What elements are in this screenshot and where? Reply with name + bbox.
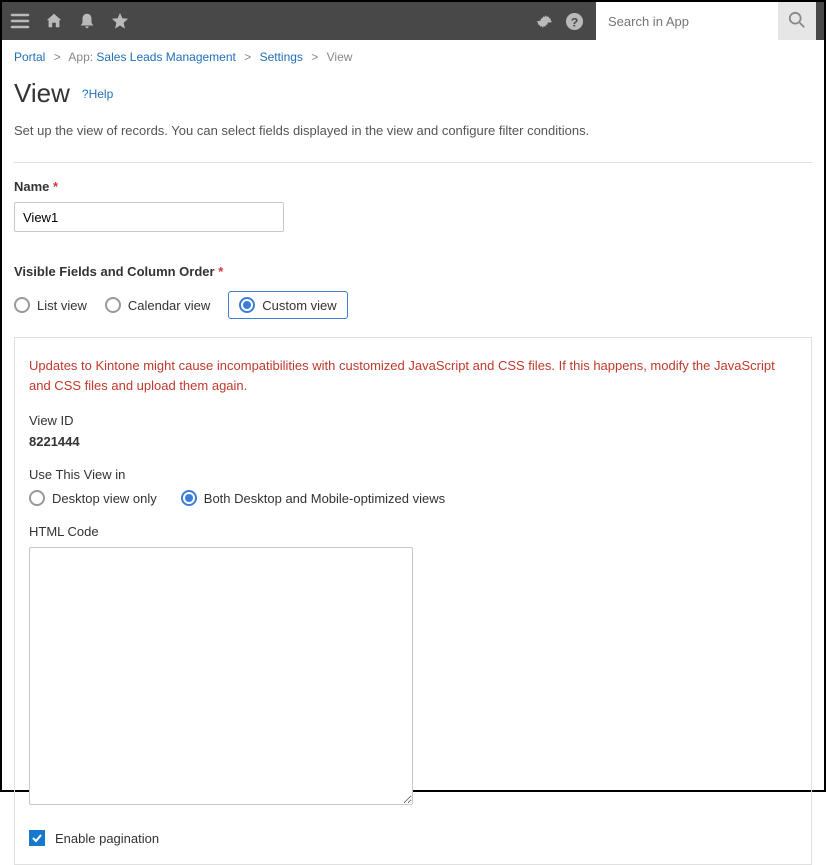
visible-fields-label: Visible Fields and Column Order [14, 264, 215, 279]
name-input[interactable] [14, 202, 284, 232]
name-section: Name * [2, 163, 824, 236]
breadcrumb-app[interactable]: Sales Leads Management [96, 50, 235, 64]
radio-calendar-view[interactable]: Calendar view [105, 297, 210, 313]
radio-desktop-only[interactable]: Desktop view only [29, 490, 157, 506]
visible-fields-section: Visible Fields and Column Order * List v… [2, 236, 824, 323]
html-code-textarea[interactable] [29, 547, 413, 805]
breadcrumb-portal[interactable]: Portal [14, 50, 45, 64]
radio-label: Custom view [262, 298, 336, 313]
help-link[interactable]: ?Help [82, 87, 113, 101]
view-id-label: View ID [29, 413, 797, 428]
help-icon[interactable]: ? [565, 12, 584, 31]
page-title: View [14, 78, 70, 109]
breadcrumb-current: View [327, 50, 353, 64]
search-input[interactable] [596, 2, 778, 40]
home-icon[interactable] [45, 12, 63, 30]
menu-icon[interactable] [10, 11, 30, 31]
html-code-label: HTML Code [29, 524, 797, 539]
radio-list-view[interactable]: List view [14, 297, 87, 313]
radio-label: Both Desktop and Mobile-optimized views [204, 491, 445, 506]
pagination-label: Enable pagination [55, 831, 159, 846]
search-icon [788, 11, 806, 32]
required-indicator: * [53, 179, 58, 194]
radio-both-views[interactable]: Both Desktop and Mobile-optimized views [181, 490, 445, 506]
radio-label: List view [37, 298, 87, 313]
search-button[interactable] [778, 2, 816, 40]
radio-icon [181, 490, 197, 506]
check-icon [31, 832, 43, 844]
chevron-right-icon: > [306, 50, 323, 64]
warning-text: Updates to Kintone might cause incompati… [29, 356, 797, 395]
custom-view-panel: Updates to Kintone might cause incompati… [14, 337, 812, 865]
use-in-label: Use This View in [29, 467, 797, 482]
breadcrumb-settings[interactable]: Settings [260, 50, 303, 64]
chevron-right-icon: > [49, 50, 66, 64]
radio-icon [239, 297, 255, 313]
bell-icon[interactable] [78, 12, 96, 30]
topbar-right: ? [534, 2, 816, 40]
breadcrumb-app-prefix: App: [68, 50, 93, 64]
page-description: Set up the view of records. You can sele… [14, 123, 812, 138]
gear-icon[interactable] [534, 12, 553, 31]
radio-custom-view[interactable]: Custom view [228, 291, 347, 319]
topbar: ? [2, 2, 824, 40]
radio-label: Desktop view only [52, 491, 157, 506]
radio-icon [14, 297, 30, 313]
chevron-right-icon: > [239, 50, 256, 64]
search-box [596, 2, 816, 40]
breadcrumb: Portal > App: Sales Leads Management > S… [2, 40, 824, 72]
view-id-value: 8221444 [29, 434, 797, 449]
pagination-checkbox[interactable] [29, 830, 45, 846]
radio-icon [29, 490, 45, 506]
required-indicator: * [218, 264, 223, 279]
name-label: Name [14, 179, 49, 194]
radio-icon [105, 297, 121, 313]
topbar-left [10, 11, 534, 31]
svg-text:?: ? [571, 15, 579, 29]
star-icon[interactable] [111, 12, 129, 30]
radio-label: Calendar view [128, 298, 210, 313]
page-head: View ?Help Set up the view of records. Y… [2, 72, 824, 150]
